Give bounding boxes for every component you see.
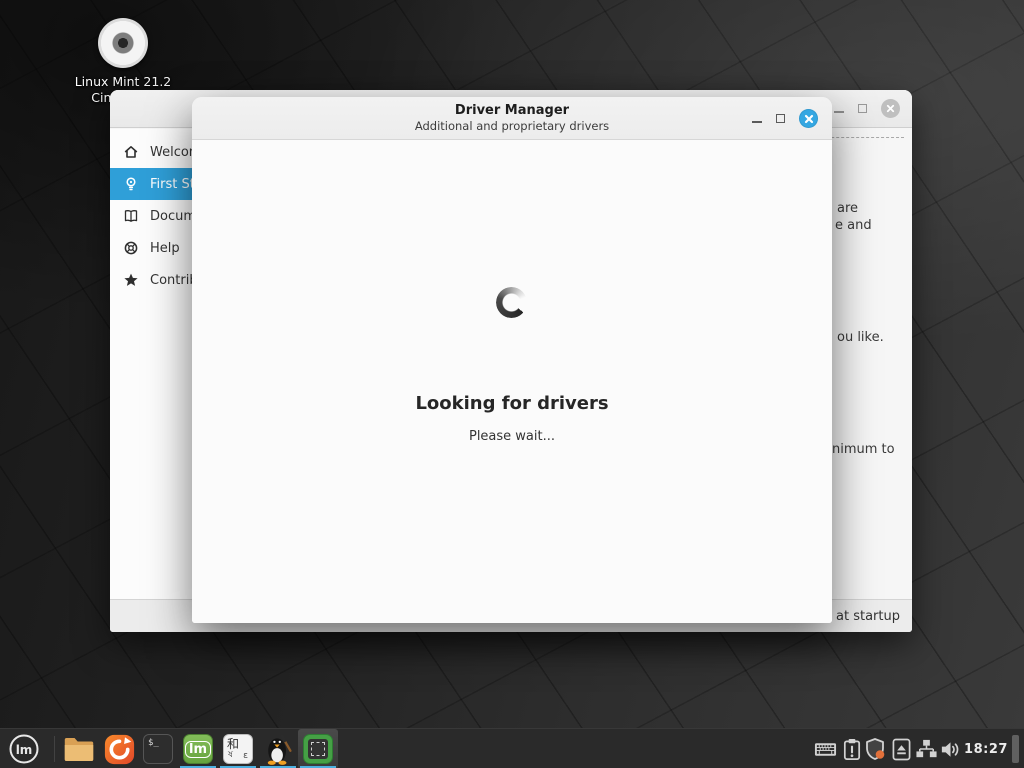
tray-keyboard-layout[interactable]: [811, 729, 839, 768]
driver-manager-titlebar[interactable]: Driver Manager Additional and proprietar…: [192, 97, 832, 140]
firefox-icon: [104, 734, 135, 765]
speaker-icon: [939, 738, 962, 761]
tray-removable-drives[interactable]: [889, 729, 913, 768]
driver-manager-body: Looking for drivers Please wait...: [192, 141, 832, 623]
close-button[interactable]: [799, 109, 818, 128]
star-icon: [123, 272, 139, 288]
input-method-icon: 和 ষ ε: [223, 734, 253, 764]
loading-heading: Looking for drivers: [192, 393, 832, 414]
window-list-welcome[interactable]: lm: [178, 729, 218, 768]
mint-logo-icon: lm: [8, 733, 40, 765]
maximize-icon: [858, 104, 867, 113]
window-subtitle: Additional and proprietary drivers: [415, 119, 609, 133]
desktop-background: Linux Mint 21.2 Cinnamon: [0, 0, 1024, 768]
show-at-startup-label-fragment[interactable]: g at startup: [824, 609, 900, 624]
network-wired-icon: [915, 738, 938, 761]
loading-spinner-icon: [496, 287, 527, 318]
loading-subtext: Please wait...: [192, 429, 832, 444]
window-list-screenshot[interactable]: [298, 729, 338, 768]
taskbar: lm $_: [0, 728, 1024, 768]
window-controls: [752, 97, 818, 140]
lightbulb-icon: [123, 176, 139, 192]
clipboard-warning-icon: [842, 738, 862, 761]
firefox-launcher[interactable]: [100, 729, 138, 768]
window-title: Driver Manager: [455, 103, 569, 119]
mint-welcome-icon: lm: [183, 734, 213, 764]
mint-menu-button[interactable]: lm: [3, 729, 45, 768]
screenshot-icon: [303, 734, 333, 764]
welcome-maximize-button[interactable]: [858, 104, 867, 113]
show-desktop-button[interactable]: [1012, 735, 1019, 763]
eject-drive-icon: [892, 738, 911, 761]
maximize-button[interactable]: [776, 114, 785, 123]
help-icon: [123, 240, 139, 256]
minimize-button[interactable]: [752, 115, 762, 123]
welcome-minimize-button[interactable]: [834, 105, 844, 113]
svg-text:lm: lm: [16, 743, 33, 757]
terminal-launcher[interactable]: $_: [139, 729, 177, 768]
minimize-icon: [834, 111, 844, 113]
desktop-icon-label-line1: Linux Mint 21.2: [63, 74, 183, 90]
content-text-fragment: ou like.: [837, 330, 884, 345]
content-text-fragment: e and: [835, 218, 872, 233]
close-icon: [804, 114, 814, 124]
window-list-input-method[interactable]: 和 ষ ε: [218, 729, 258, 768]
close-icon: [886, 104, 895, 113]
minimize-icon: [752, 121, 762, 123]
driver-manager-window: Driver Manager Additional and proprietar…: [192, 97, 832, 623]
tray-volume[interactable]: [937, 729, 963, 768]
book-icon: [123, 208, 139, 224]
keyboard-icon: [814, 738, 837, 761]
shield-update-icon: [863, 737, 887, 761]
sidebar-item-label: Help: [150, 241, 180, 256]
taskbar-separator: [54, 736, 55, 762]
files-launcher[interactable]: [60, 729, 98, 768]
cd-disc-icon: [98, 18, 148, 68]
content-text-fragment: nimum to: [832, 442, 895, 457]
welcome-close-button[interactable]: [881, 99, 900, 118]
window-list-driver-manager[interactable]: [258, 729, 298, 768]
tray-update-manager[interactable]: [861, 729, 889, 768]
home-icon: [123, 144, 139, 160]
folder-icon: [63, 736, 95, 763]
tray-network[interactable]: [913, 729, 939, 768]
maximize-icon: [776, 114, 785, 123]
content-text-fragment: are: [837, 201, 858, 216]
taskbar-clock[interactable]: 18:27: [961, 729, 1011, 768]
tux-penguin-icon: [263, 733, 293, 765]
terminal-icon: $_: [143, 734, 173, 764]
